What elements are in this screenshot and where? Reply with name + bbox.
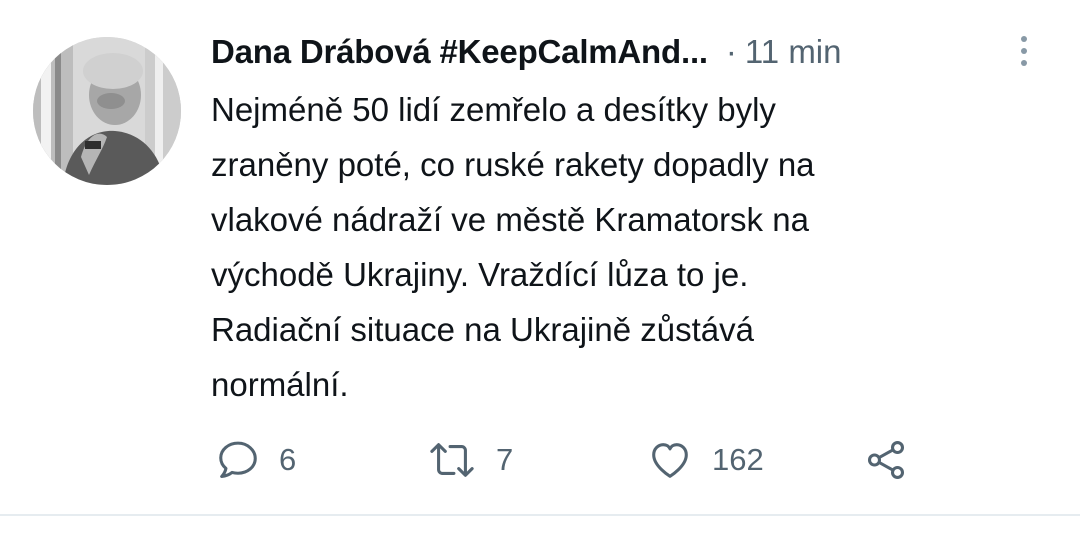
tweet-text-line: normální. bbox=[211, 366, 349, 403]
reply-icon bbox=[219, 441, 257, 479]
share-icon bbox=[867, 441, 905, 479]
reply-count: 6 bbox=[279, 442, 297, 477]
more-options-icon[interactable] bbox=[1009, 30, 1039, 72]
author-name[interactable]: Dana Drábová #KeepCalmAnd... bbox=[211, 33, 708, 71]
tweet-text-line: Nejméně 50 lidí zemřelo a desítky byly bbox=[211, 91, 776, 128]
tweet-text-line: Radiační situace na Ukrajině zůstává bbox=[211, 311, 754, 348]
avatar[interactable] bbox=[33, 37, 181, 185]
tweet[interactable]: Dana Drábová #KeepCalmAnd... · 11 min Ne… bbox=[0, 0, 1080, 516]
tweet-header: Dana Drábová #KeepCalmAnd... · 11 min bbox=[211, 28, 1051, 76]
tweet-text: Nejméně 50 lidí zemřelo a desítky byly z… bbox=[211, 82, 1051, 412]
tweet-text-line: vlakové nádraží ve městě Kramatorsk na bbox=[211, 201, 809, 238]
divider bbox=[0, 514, 1080, 516]
retweet-icon bbox=[430, 443, 474, 477]
timestamp[interactable]: 11 min bbox=[745, 33, 842, 71]
heart-icon bbox=[652, 443, 688, 478]
reply-button[interactable]: 6 bbox=[215, 434, 296, 486]
action-bar: 6 7 162 bbox=[0, 434, 1080, 486]
tweet-text-line: východě Ukrajiny. Vraždící lůza to je. bbox=[211, 256, 749, 293]
like-button[interactable]: 162 bbox=[646, 434, 764, 486]
tweet-text-line: zraněny poté, co ruské rakety dopadly na bbox=[211, 146, 815, 183]
share-button[interactable] bbox=[862, 434, 910, 486]
retweet-button[interactable]: 7 bbox=[426, 434, 513, 486]
like-count: 162 bbox=[712, 442, 764, 477]
avatar-photo bbox=[33, 37, 181, 185]
retweet-count: 7 bbox=[496, 442, 514, 477]
separator-dot: · bbox=[725, 33, 737, 70]
